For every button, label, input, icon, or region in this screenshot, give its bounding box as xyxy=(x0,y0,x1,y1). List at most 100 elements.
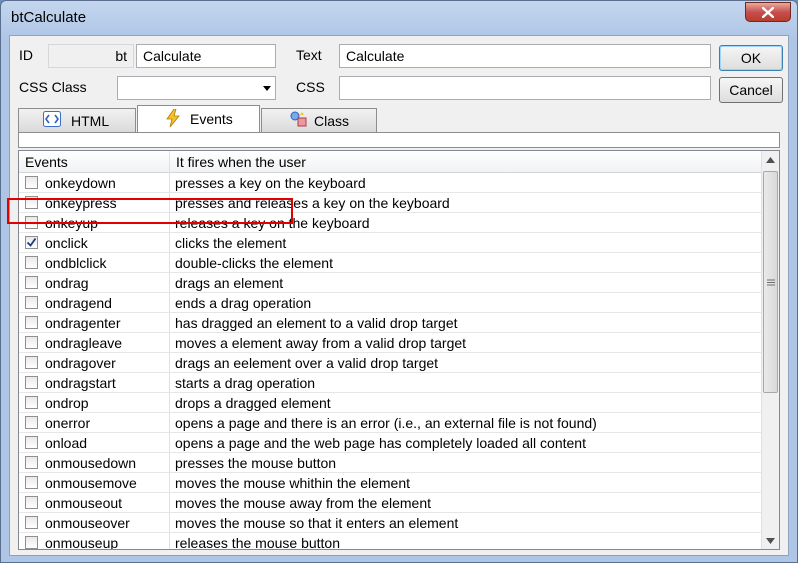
table-row[interactable]: onkeydown presses a key on the keyboard xyxy=(19,173,761,193)
event-name: onclick xyxy=(45,235,88,251)
table-row[interactable]: onkeypress presses and releases a key on … xyxy=(19,193,761,213)
column-header-description[interactable]: It fires when the user xyxy=(170,151,761,173)
event-description: moves the mouse whithin the element xyxy=(175,475,411,491)
event-description: drags an eelement over a valid drop targ… xyxy=(175,355,439,371)
event-name: onkeyup xyxy=(45,215,98,231)
event-name: onkeypress xyxy=(45,195,117,211)
checkbox[interactable] xyxy=(25,536,38,549)
checkbox[interactable] xyxy=(25,456,38,469)
table-row[interactable]: ondrag drags an element xyxy=(19,273,761,293)
close-button[interactable] xyxy=(745,2,791,22)
id-prefix: bt xyxy=(115,48,127,64)
table-row[interactable]: onkeyup releases a key on the keyboard xyxy=(19,213,761,233)
scroll-thumb[interactable] xyxy=(763,171,778,393)
ok-button[interactable]: OK xyxy=(719,45,783,71)
css-field[interactable] xyxy=(339,76,711,100)
dialog-client: ID bt Calculate Text Calculate CSS Class… xyxy=(9,35,789,556)
checkbox[interactable] xyxy=(25,436,38,449)
table-row[interactable]: ondragenter has dragged an element to a v… xyxy=(19,313,761,333)
table-row[interactable]: onmousemove moves the mouse whithin the e… xyxy=(19,473,761,493)
column-header-events[interactable]: Events xyxy=(19,151,170,173)
checkbox[interactable] xyxy=(25,276,38,289)
event-description: releases the mouse button xyxy=(175,535,340,550)
chevron-up-icon xyxy=(766,156,775,163)
checkbox[interactable] xyxy=(25,476,38,489)
grid-rows: onkeydown presses a key on the keyboard on… xyxy=(19,173,761,550)
checkbox[interactable] xyxy=(25,216,38,229)
event-name: onmousemove xyxy=(45,475,137,491)
event-description: presses and releases a key on the keyboa… xyxy=(175,195,450,211)
table-row[interactable]: ondragstart starts a drag operation xyxy=(19,373,761,393)
event-description: presses a key on the keyboard xyxy=(175,175,366,191)
event-name: onmouseover xyxy=(45,515,130,531)
event-description: opens a page and the web page has comple… xyxy=(175,435,586,451)
scroll-up-arrow[interactable] xyxy=(762,151,779,168)
event-description: clicks the element xyxy=(175,235,287,251)
checkbox[interactable] xyxy=(25,416,38,429)
event-description: ends a drag operation xyxy=(175,295,312,311)
checkbox[interactable] xyxy=(25,196,38,209)
css-class-combo[interactable] xyxy=(117,76,276,100)
table-row[interactable]: onclick clicks the element xyxy=(19,233,761,253)
vertical-scrollbar[interactable] xyxy=(761,151,779,549)
table-row[interactable]: ondragend ends a drag operation xyxy=(19,293,761,313)
table-row[interactable]: onmousedown presses the mouse button xyxy=(19,453,761,473)
tab-events[interactable]: Events xyxy=(137,105,260,132)
chevron-down-icon[interactable] xyxy=(263,86,271,91)
event-name: onmouseup xyxy=(45,535,119,550)
event-name: onerror xyxy=(45,415,91,431)
event-description: has dragged an element to a valid drop t… xyxy=(175,315,458,331)
cancel-button[interactable]: Cancel xyxy=(719,77,783,103)
id-field[interactable]: Calculate xyxy=(136,44,276,68)
table-row[interactable]: ondragleave moves a element away from a v… xyxy=(19,333,761,353)
tab-html[interactable]: HTML xyxy=(18,108,136,132)
checkbox[interactable] xyxy=(25,256,38,269)
event-name: ondragend xyxy=(45,295,112,311)
event-name: ondrop xyxy=(45,395,89,411)
checkbox[interactable] xyxy=(25,336,38,349)
text-value: Calculate xyxy=(346,48,405,64)
text-label: Text xyxy=(296,47,322,63)
tab-panel xyxy=(18,132,780,148)
table-row[interactable]: onmouseover moves the mouse so that it en… xyxy=(19,513,761,533)
checkbox[interactable] xyxy=(25,176,38,189)
event-description: presses the mouse button xyxy=(175,455,337,471)
text-field[interactable]: Calculate xyxy=(339,44,711,68)
id-prefix-field: bt xyxy=(48,44,134,68)
checkmark-icon xyxy=(26,237,37,247)
event-name: onmouseout xyxy=(45,495,123,511)
tab-events-label: Events xyxy=(190,111,233,127)
event-description: moves the mouse so that it enters an ele… xyxy=(175,515,459,531)
checkbox-checked[interactable] xyxy=(25,236,38,249)
class-icon xyxy=(290,111,308,130)
css-label: CSS xyxy=(296,79,325,95)
table-row[interactable]: onmouseup releases the mouse button xyxy=(19,533,761,550)
event-name: onload xyxy=(45,435,88,451)
event-name: ondblclick xyxy=(45,255,107,271)
scroll-down-arrow[interactable] xyxy=(762,532,779,549)
checkbox[interactable] xyxy=(25,396,38,409)
table-row[interactable]: ondblclick double-clicks the element xyxy=(19,253,761,273)
html-tag-icon xyxy=(43,111,61,130)
table-row[interactable]: onmouseout moves the mouse away from the … xyxy=(19,493,761,513)
table-row[interactable]: onerror opens a page and there is an erro… xyxy=(19,413,761,433)
event-description: double-clicks the element xyxy=(175,255,333,271)
event-description: starts a drag operation xyxy=(175,375,316,391)
tab-class[interactable]: Class xyxy=(261,108,377,132)
checkbox[interactable] xyxy=(25,376,38,389)
checkbox[interactable] xyxy=(25,516,38,529)
event-description: moves a element away from a valid drop t… xyxy=(175,335,467,351)
checkbox[interactable] xyxy=(25,316,38,329)
title-bar[interactable]: btCalculate xyxy=(1,1,797,35)
grid-header: Events It fires when the user xyxy=(19,151,761,173)
event-name: ondragleave xyxy=(45,335,123,351)
tab-html-label: HTML xyxy=(71,112,110,129)
events-grid: Events It fires when the user onkeydown p… xyxy=(18,150,780,550)
table-row[interactable]: ondragover drags an eelement over a valid… xyxy=(19,353,761,373)
checkbox[interactable] xyxy=(25,296,38,309)
checkbox[interactable] xyxy=(25,356,38,369)
table-row[interactable]: ondrop drops a dragged element xyxy=(19,393,761,413)
checkbox[interactable] xyxy=(25,496,38,509)
event-name: onmousedown xyxy=(45,455,137,471)
table-row[interactable]: onload opens a page and the web page has … xyxy=(19,433,761,453)
